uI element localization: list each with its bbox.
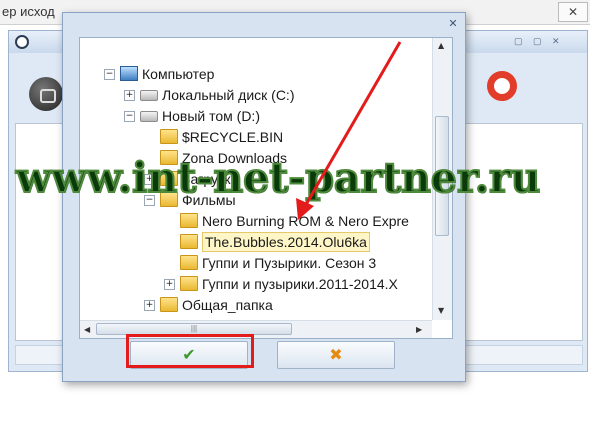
- arrow-shaft: [302, 41, 402, 209]
- annotation-arrow: [296, 41, 402, 220]
- screenshot-canvas: ер исход ✕ ▢ ▢ ✕ ✕ − Компьютер + Локальный …: [0, 0, 600, 425]
- arrow-head: [296, 198, 314, 220]
